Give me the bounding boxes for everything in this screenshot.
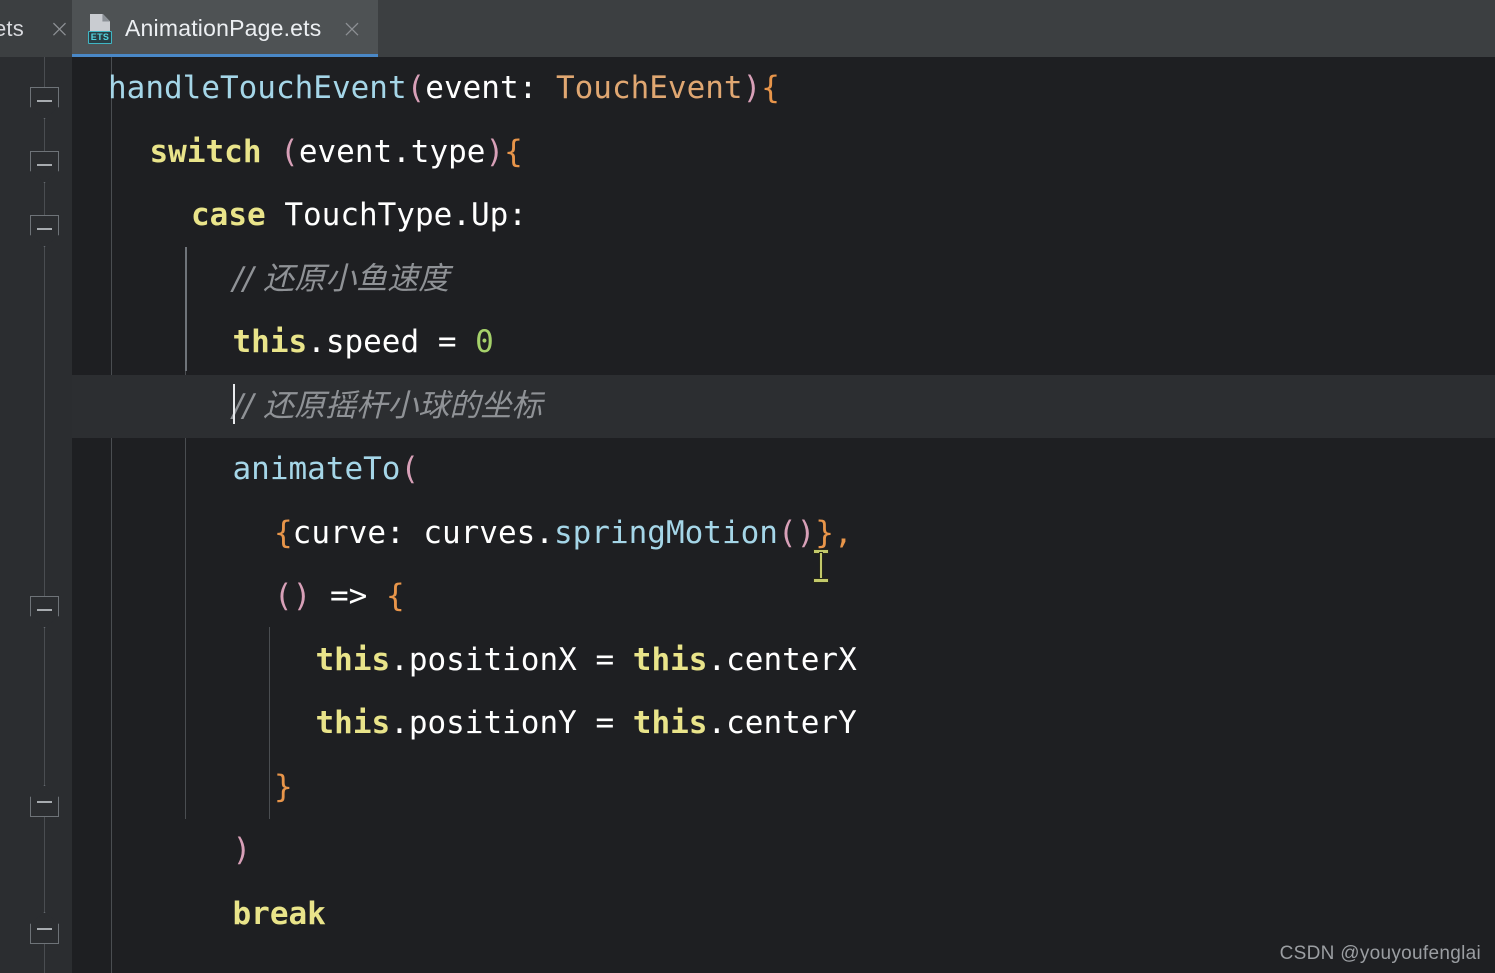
code-token-br: }: [815, 514, 834, 551]
code-line[interactable]: animateTo(: [72, 438, 1495, 502]
code-token-op: =: [595, 641, 633, 678]
code-editor[interactable]: handleTouchEvent(event: TouchEvent){swit…: [72, 57, 1495, 973]
fold-marker-collapse-up[interactable]: [30, 785, 59, 817]
code-token-br: {: [274, 514, 293, 551]
code-token-br: {: [504, 133, 523, 170]
fold-marker-collapse-down[interactable]: [30, 87, 59, 119]
code-token-par: (): [777, 514, 816, 551]
code-line[interactable]: handleTouchEvent(event: TouchEvent){: [72, 57, 1495, 121]
text-caret: [232, 384, 235, 425]
gutter-rail: [44, 57, 45, 973]
code-token-br: {: [761, 70, 780, 106]
code-token-fn: animateTo: [232, 451, 401, 487]
code-token-kw: this: [632, 641, 708, 678]
code-token-typ: TouchEvent: [555, 70, 743, 106]
code-token-cmt: // 还原摇杆小球的坐标: [232, 387, 543, 424]
code-line[interactable]: break: [72, 883, 1495, 947]
code-line[interactable]: ): [72, 819, 1495, 883]
close-icon[interactable]: ×: [341, 16, 362, 41]
code-line[interactable]: case TouchType.Up:: [72, 184, 1495, 248]
code-token-txt: event: [425, 70, 519, 106]
code-token-par: ): [485, 133, 505, 170]
editor-tab-label: AnimationPage.ets: [125, 15, 322, 41]
code-token-kw: this: [632, 705, 708, 741]
code-token-op: =>: [311, 578, 386, 614]
code-line[interactable]: () => {: [72, 565, 1495, 629]
watermark: CSDN @youyoufenglai: [1279, 943, 1481, 964]
editor-tab-partial-label: ets: [0, 15, 24, 41]
code-line[interactable]: // 还原摇杆小球的坐标: [72, 374, 1495, 438]
fold-marker-collapse-down[interactable]: [30, 215, 59, 247]
code-token-txt: .speed: [307, 324, 438, 360]
code-token-br: {: [385, 578, 405, 614]
code-token-op: =: [437, 324, 476, 360]
code-line[interactable]: // 还原小鱼速度: [72, 248, 1495, 312]
ets-file-icon-badge: ETS: [88, 30, 112, 44]
code-token-txt: .positionY: [390, 705, 596, 741]
code-token-txt: .centerY: [707, 705, 857, 741]
code-line[interactable]: {curve: curves. springMotion()},: [72, 502, 1495, 566]
code-token-cmt: // 还原小鱼速度: [232, 260, 450, 297]
code-token-par: (): [274, 578, 312, 614]
code-token-txt: TouchType.Up:: [284, 197, 527, 233]
code-line[interactable]: this .positionX = this .centerX: [72, 629, 1495, 693]
code-token-par: ): [232, 832, 252, 868]
fold-marker-collapse-down[interactable]: [30, 151, 59, 183]
code-line[interactable]: switch (event.type){: [72, 121, 1495, 185]
code-token-kw: this: [232, 324, 308, 360]
code-token-par: (: [400, 451, 420, 487]
editor-tab-partial[interactable]: ets ×: [0, 0, 72, 57]
close-icon[interactable]: ×: [49, 16, 70, 41]
code-token-txt: curve: curves.: [292, 514, 554, 551]
code-token-op: :: [518, 70, 556, 106]
code-token-par: ): [742, 70, 762, 106]
fold-marker-collapse-up[interactable]: [30, 912, 59, 944]
code-token-txt: .positionX: [390, 641, 596, 678]
code-token-kw: switch: [149, 133, 281, 170]
code-token-kw: case: [191, 197, 285, 233]
code-line[interactable]: }: [72, 756, 1495, 820]
editor-tab-animationpage[interactable]: ETS AnimationPage.ets ×: [72, 0, 379, 57]
code-token-txt: event.type: [298, 133, 486, 170]
code-token-kw: this: [315, 705, 391, 741]
code-token-fn: handleTouchEvent: [108, 70, 407, 106]
code-token-txt: .centerX: [707, 641, 857, 678]
ide-window: ets × ETS AnimationPage.ets × handleTouc…: [0, 0, 1495, 973]
code-token-br: }: [274, 768, 293, 805]
fold-marker-collapse-down[interactable]: [30, 596, 59, 628]
code-token-fn: springMotion: [553, 514, 778, 551]
ets-file-icon: ETS: [88, 13, 114, 44]
code-token-par: (: [280, 133, 299, 170]
code-token-num: 0: [475, 324, 494, 360]
code-token-br: ,: [833, 514, 853, 551]
code-token-kw: break: [232, 895, 326, 932]
code-line[interactable]: this .positionY = this .centerY: [72, 692, 1495, 756]
code-token-op: =: [595, 705, 633, 741]
code-token-par: (: [406, 70, 426, 106]
code-token-kw: this: [315, 641, 391, 678]
editor-tab-bar: ets × ETS AnimationPage.ets ×: [0, 0, 1495, 57]
code-line[interactable]: this .speed = 0: [72, 311, 1495, 375]
editor-gutter[interactable]: [0, 57, 72, 973]
